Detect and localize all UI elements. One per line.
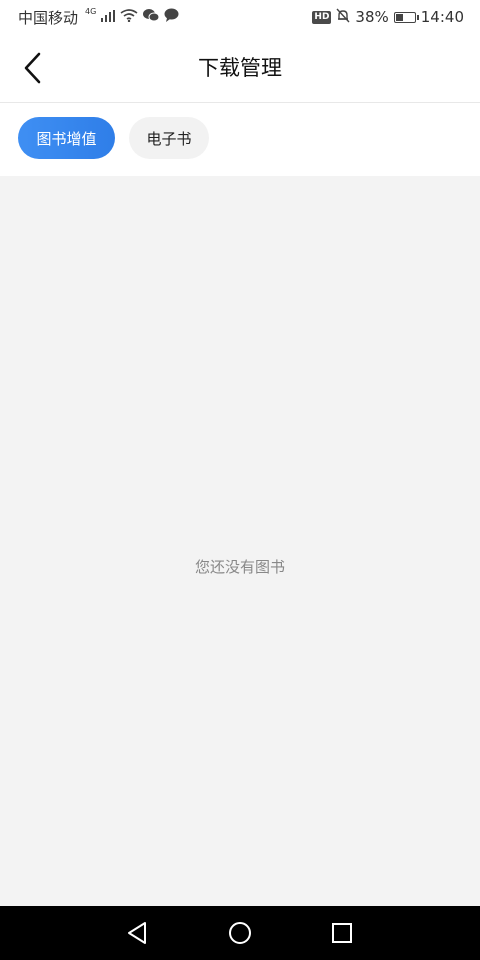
wifi-icon xyxy=(120,8,138,26)
message-icon xyxy=(164,8,179,26)
status-bar-right: HD 38% 14:40 xyxy=(312,8,464,27)
home-circle-icon xyxy=(229,922,251,944)
back-triangle-icon xyxy=(128,922,146,944)
time-label: 14:40 xyxy=(420,8,464,26)
signal-icon xyxy=(101,8,116,26)
network-type-label: 4G xyxy=(85,6,97,16)
page-title: 下载管理 xyxy=(198,56,282,80)
back-button[interactable] xyxy=(12,46,52,90)
tab-book-value-added[interactable]: 图书增值 xyxy=(18,117,115,159)
hd-badge: HD xyxy=(312,10,332,24)
battery-icon xyxy=(393,11,419,23)
mute-bell-icon xyxy=(336,8,350,27)
wechat-icon xyxy=(143,8,160,26)
tab-ebook[interactable]: 电子书 xyxy=(129,117,209,159)
system-home-button[interactable] xyxy=(224,917,256,949)
tab-bar: 图书增值 电子书 xyxy=(0,103,480,176)
carrier-label: 中国移动 xyxy=(18,8,79,27)
back-arrow-icon xyxy=(24,52,41,84)
system-back-button[interactable] xyxy=(121,917,153,949)
empty-state-message: 您还没有图书 xyxy=(194,558,285,576)
status-bar-left: 中国移动 4G xyxy=(18,7,179,28)
recents-square-icon xyxy=(332,923,352,943)
nav-header: 下载管理 xyxy=(0,34,480,103)
system-navigation-bar xyxy=(0,906,480,960)
battery-percent-label: 38% xyxy=(355,8,389,26)
system-recents-button[interactable] xyxy=(326,917,358,949)
download-list-area: 您还没有图书 xyxy=(0,176,480,906)
status-bar: 中国移动 4G HD 38% 14:40 xyxy=(0,0,480,34)
